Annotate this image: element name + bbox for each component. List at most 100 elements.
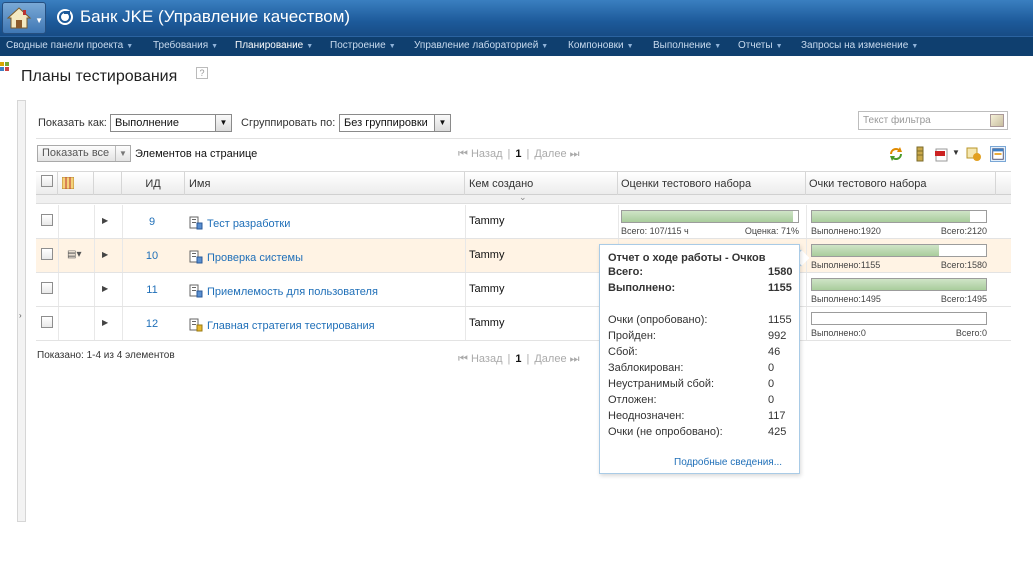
show-as-label: Показать как: (38, 117, 107, 129)
home-button[interactable]: ▼ (2, 2, 46, 34)
nav-item-planning[interactable]: Планирование ▼ (235, 40, 313, 51)
current-page: 1 (515, 148, 522, 160)
nav-item-lab-management[interactable]: Управление лабораторией ▼ (414, 40, 548, 51)
progress-fill (812, 245, 940, 256)
expand-row-icon[interactable]: ▶ (102, 250, 108, 259)
current-page: 1 (515, 353, 522, 365)
test-plan-icon (189, 250, 203, 264)
row-name-link[interactable]: Приемлемость для пользователя (189, 284, 378, 298)
app-title: Банк JKE (Управление качеством) (80, 7, 351, 26)
layout-icon[interactable] (990, 146, 1006, 162)
row-id[interactable]: 12 (122, 318, 182, 330)
export-pdf-icon[interactable] (934, 146, 950, 162)
points-progress-bar[interactable] (811, 244, 987, 257)
next-page-link[interactable]: Далее (534, 353, 566, 365)
nav-item-requirements[interactable]: Требования ▼ (153, 40, 218, 51)
last-page-icon: ⏭ (569, 148, 580, 160)
select-all-checkbox[interactable] (41, 175, 53, 187)
row-name-link[interactable]: Проверка системы (189, 250, 303, 264)
export-menu-chevron-icon[interactable]: ▼ (952, 148, 960, 157)
columns-icon[interactable] (912, 146, 928, 162)
main-nav: Сводные панели проекта ▼ Требования ▼ План… (0, 36, 1033, 56)
column-header-suite-points[interactable]: Очки тестового набора (806, 172, 996, 196)
app-logo-icon (57, 9, 73, 25)
expand-row-icon[interactable]: ▶ (102, 318, 108, 327)
divider (36, 138, 1011, 139)
column-header-id[interactable]: ИД (122, 172, 185, 196)
progress-fill (812, 279, 986, 290)
filter-input[interactable]: Текст фильтра (858, 111, 1008, 130)
row-name-link[interactable]: Тест разработки (189, 216, 290, 230)
group-by-select[interactable]: Без группировки ▼ (339, 114, 451, 132)
nav-item-build[interactable]: Построение ▼ (330, 40, 396, 51)
points-progress-bar[interactable] (811, 210, 987, 223)
nav-item-dashboards[interactable]: Сводные панели проекта ▼ (6, 40, 133, 51)
clear-filter-icon[interactable] (990, 114, 1004, 127)
row-checkbox[interactable] (41, 282, 53, 294)
next-page-link[interactable]: Далее (534, 148, 566, 160)
chevron-down-icon: ▼ (434, 115, 450, 131)
points-right-label: Всего:0 (955, 328, 987, 338)
row-checkbox[interactable] (41, 214, 53, 226)
prev-page-link[interactable]: Назад (471, 148, 503, 160)
row-owner: Tammy (469, 249, 505, 261)
column-header-suite-scores[interactable]: Оценки тестового набора (618, 172, 806, 196)
chevron-down-icon: ▼ (35, 16, 43, 25)
score-right-label: Оценка: 71% (744, 226, 799, 236)
expand-row-icon[interactable]: ▶ (102, 216, 108, 225)
nav-item-execution[interactable]: Выполнение ▼ (653, 40, 721, 51)
show-all-button[interactable]: Показать все ▼ (37, 145, 131, 162)
chevron-down-icon: ▼ (215, 115, 231, 131)
progress-fill (622, 211, 793, 222)
popup-title: Отчет о ходе работы - Очков (608, 252, 766, 264)
side-panel-toggle[interactable]: › (17, 100, 26, 522)
details-link[interactable]: Подробные сведения... (674, 457, 782, 468)
test-strategy-icon (189, 318, 203, 332)
table-row[interactable]: ▤▾ ▶ 10 Проверка системы Tammy Выполнено… (36, 239, 1011, 273)
row-actions-menu-icon[interactable]: ▤▾ (67, 249, 81, 260)
filter-settings-icon[interactable] (966, 146, 982, 162)
row-id[interactable]: 9 (122, 216, 182, 228)
table-row[interactable]: ▶ 12 Главная стратегия тестирования Tamm… (36, 307, 1011, 341)
points-progress-bar[interactable] (811, 312, 987, 325)
column-picker-icon[interactable] (62, 177, 74, 189)
prev-page-link[interactable]: Назад (471, 353, 503, 365)
home-icon (6, 7, 32, 29)
top-bar: ▼ Банк JKE (Управление качеством) (0, 0, 1033, 36)
points-right-label: Всего:1580 (940, 260, 987, 270)
grid-view-icon[interactable] (0, 62, 10, 76)
chevron-down-icon: ▼ (115, 146, 130, 161)
expand-col-header (94, 172, 122, 196)
points-right-label: Всего:1495 (940, 294, 987, 304)
row-owner: Tammy (469, 283, 505, 295)
show-as-select[interactable]: Выполнение ▼ (110, 114, 232, 132)
first-page-icon: ⏮ (458, 148, 468, 160)
page-title: Планы тестирования (21, 68, 178, 85)
sort-bar: ⌄ (36, 192, 1011, 204)
expand-row-icon[interactable]: ▶ (102, 284, 108, 293)
table-row[interactable]: ▶ 11 Приемлемость для пользователя Tammy… (36, 273, 1011, 307)
table-row[interactable]: ▶ 9 Тест разработки Tammy Всего: 107/115… (36, 205, 1011, 239)
nav-item-reports[interactable]: Отчеты ▼ (738, 40, 783, 51)
nav-item-components[interactable]: Компоновки ▼ (568, 40, 634, 51)
first-page-icon: ⏮ (458, 353, 468, 365)
nav-item-change-requests[interactable]: Запросы на изменение ▼ (801, 40, 918, 51)
refresh-icon[interactable] (888, 146, 904, 162)
row-checkbox[interactable] (41, 316, 53, 328)
points-progress-bar[interactable] (811, 278, 987, 291)
score-progress-bar[interactable] (621, 210, 799, 223)
progress-report-popup: Отчет о ходе работы - Очков Всего: 1580 В… (599, 244, 800, 474)
row-checkbox[interactable] (41, 248, 53, 260)
row-owner: Tammy (469, 215, 505, 227)
column-header-name[interactable]: Имя (185, 172, 465, 196)
row-id[interactable]: 11 (122, 284, 182, 296)
help-icon[interactable]: ? (196, 67, 208, 79)
row-id[interactable]: 10 (122, 250, 182, 262)
column-header-created-by[interactable]: Кем создано (465, 172, 618, 196)
score-left-label: Всего: 107/115 ч (621, 226, 689, 236)
chevron-down-icon[interactable]: ⌄ (519, 192, 527, 203)
row-owner: Tammy (469, 317, 505, 329)
test-plan-icon (189, 216, 203, 230)
row-name-link[interactable]: Главная стратегия тестирования (189, 318, 375, 332)
points-left-label: Выполнено:1155 (811, 260, 881, 270)
